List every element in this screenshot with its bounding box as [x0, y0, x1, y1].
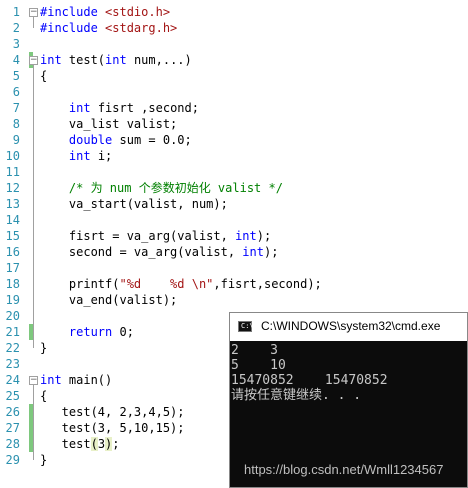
line-number: 28	[5, 437, 20, 451]
line-number: 2	[12, 21, 20, 35]
console-output: 2 35 10 15470852 15470852 请按任意键继续. . .	[231, 343, 388, 403]
code-line[interactable]: return 0;	[40, 324, 134, 340]
code-line[interactable]: }	[40, 452, 47, 468]
outline-guide	[33, 385, 34, 460]
code-line[interactable]: va_end(valist);	[40, 292, 177, 308]
line-number: 25	[5, 389, 20, 403]
code-line[interactable]: int i;	[40, 148, 112, 164]
line-number: 6	[12, 85, 20, 99]
line-number: 23	[5, 357, 20, 371]
code-line[interactable]: test(4, 2,3,4,5);	[40, 404, 185, 420]
line-number: 8	[12, 117, 20, 131]
code-line[interactable]: }	[40, 340, 47, 356]
console-line: 15470852 15470852	[231, 373, 388, 388]
console-line: 请按任意键继续. . .	[231, 388, 362, 403]
line-number: 15	[5, 229, 20, 243]
console-line: 2 3	[231, 343, 278, 358]
code-line[interactable]: /* 为 num 个参数初始化 valist */	[40, 180, 283, 196]
console-title-bar[interactable]: C:\ C:\WINDOWS\system32\cmd.exe	[230, 313, 467, 341]
console-line: 5 10	[231, 358, 286, 373]
collapse-icon[interactable]: −	[29, 376, 38, 385]
code-line[interactable]: printf("%d %d \n",fisrt,second);	[40, 276, 322, 292]
line-number-gutter: 1 2 3 4 5 6 7 8 9 10 11 12 13 14 15 16 17 18 19 20 21 22 23 24 2…	[0, 0, 22, 488]
code-line[interactable]: #include <stdio.h>	[40, 4, 170, 20]
line-number: 20	[5, 309, 20, 323]
line-number: 16	[5, 245, 20, 259]
line-number: 5	[12, 69, 20, 83]
watermark: https://blog.csdn.net/Wmll1234567	[244, 462, 444, 477]
line-number: 13	[5, 197, 20, 211]
code-line[interactable]: test(3, 5,10,15);	[40, 420, 185, 436]
outline-guide	[33, 65, 34, 348]
console-title: C:\WINDOWS\system32\cmd.exe	[261, 319, 441, 333]
code-line[interactable]: va_list valist;	[40, 116, 177, 132]
line-number: 26	[5, 405, 20, 419]
collapse-icon[interactable]: −	[29, 56, 38, 65]
line-number: 1	[12, 5, 20, 19]
outline-guide	[33, 17, 34, 28]
code-line[interactable]: int test(int num,...)	[40, 52, 192, 68]
line-number: 11	[5, 165, 20, 179]
line-number: 3	[12, 37, 20, 51]
code-line[interactable]: {	[40, 388, 47, 404]
code-line[interactable]: double sum = 0.0;	[40, 132, 192, 148]
terminal-icon: C:\	[238, 321, 254, 332]
line-number: 9	[12, 133, 20, 147]
line-number: 4	[12, 53, 20, 67]
line-number: 22	[5, 341, 20, 355]
line-number: 12	[5, 181, 20, 195]
code-line[interactable]: va_start(valist, num);	[40, 196, 228, 212]
code-line[interactable]: fisrt = va_arg(valist, int);	[40, 228, 271, 244]
code-line[interactable]: second = va_arg(valist, int);	[40, 244, 279, 260]
line-number: 24	[5, 373, 20, 387]
code-line[interactable]: int fisrt ,second;	[40, 100, 199, 116]
line-number: 18	[5, 277, 20, 291]
line-number: 14	[5, 213, 20, 227]
code-line[interactable]: #include <stdarg.h>	[40, 20, 177, 36]
line-number: 29	[5, 453, 20, 467]
line-number: 10	[5, 149, 20, 163]
code-line[interactable]: int main()	[40, 372, 112, 388]
line-number: 7	[12, 101, 20, 115]
line-number: 17	[5, 261, 20, 275]
collapse-icon[interactable]: −	[29, 8, 38, 17]
code-line[interactable]: test(3);	[40, 436, 120, 452]
code-line[interactable]: {	[40, 68, 47, 84]
line-number: 27	[5, 421, 20, 435]
line-number: 21	[5, 325, 20, 339]
line-number: 19	[5, 293, 20, 307]
